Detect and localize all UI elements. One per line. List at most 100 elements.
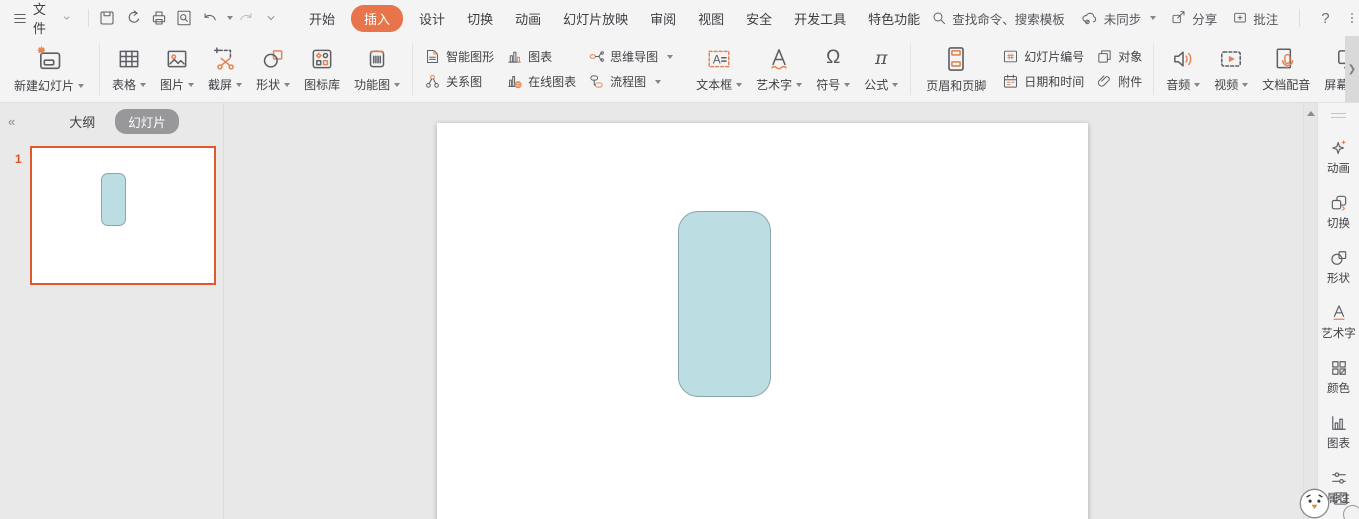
tab-transition[interactable]: 切换 bbox=[467, 9, 493, 28]
sync-status-button[interactable]: 未同步 bbox=[1080, 9, 1157, 28]
tab-animation[interactable]: 动画 bbox=[515, 9, 541, 28]
wordart-icon bbox=[1332, 304, 1345, 320]
tab-special-features[interactable]: 特色功能 bbox=[868, 9, 920, 28]
pi-formula-icon: π bbox=[874, 46, 888, 69]
sidebar-item-shapes[interactable]: 形状 bbox=[1327, 248, 1350, 286]
toolbar-divider bbox=[87, 9, 89, 27]
tab-outline[interactable]: 大纲 bbox=[69, 112, 95, 131]
sidebar-item-animation[interactable]: 动画 bbox=[1327, 138, 1350, 176]
mindmap-button[interactable]: 思维导图 bbox=[588, 48, 674, 65]
print-icon bbox=[152, 11, 165, 25]
tab-slideshow[interactable]: 幻灯片放映 bbox=[563, 9, 628, 28]
insert-table-button[interactable]: 表格 bbox=[105, 46, 153, 93]
formula-button[interactable]: π 公式 bbox=[857, 46, 905, 93]
toolbar-divider bbox=[1299, 9, 1301, 27]
sidebar-item-colors[interactable]: 颜色 bbox=[1327, 358, 1350, 396]
collapse-panel-button[interactable]: « bbox=[8, 114, 15, 129]
undo-button[interactable] bbox=[198, 6, 222, 31]
tab-start[interactable]: 开始 bbox=[309, 9, 335, 28]
tab-security[interactable]: 安全 bbox=[746, 9, 772, 28]
textbox-button[interactable]: A 文本框 bbox=[689, 46, 749, 93]
slide-thumbnail-selected[interactable] bbox=[30, 146, 216, 285]
smart-graphic-button[interactable]: 智能图形 bbox=[424, 48, 494, 65]
insert-chart-button[interactable]: 图表 bbox=[506, 48, 576, 65]
insert-image-shortcut-button[interactable] bbox=[1331, 490, 1350, 507]
insert-object-button[interactable]: 对象 bbox=[1096, 48, 1142, 65]
redo-button[interactable] bbox=[234, 6, 258, 31]
slide-number-column: 幻灯片编号 日期和时间 bbox=[1002, 48, 1084, 90]
thumbnail-shape-preview bbox=[101, 173, 126, 226]
slide-number-icon bbox=[1004, 50, 1018, 63]
wps-presentation-window: 文件 开始 插入 设计 切换 动画 幻灯片放映 审阅 视图 安全 开发工具 特色… bbox=[0, 0, 1359, 519]
screenshot-icon bbox=[213, 46, 234, 70]
image-icon bbox=[1333, 492, 1348, 505]
animation-star-icon bbox=[1331, 139, 1346, 154]
new-slide-button[interactable]: 新建幻灯片 bbox=[4, 45, 94, 94]
relation-diagram-button[interactable]: 关系图 bbox=[424, 73, 494, 90]
diagram-button-column: 智能图形 关系图 bbox=[424, 48, 494, 90]
doc-voiceover-button[interactable]: 文档配音 bbox=[1255, 46, 1317, 93]
sidebar-item-wordart[interactable]: 艺术字 bbox=[1321, 303, 1356, 341]
comment-icon bbox=[1234, 12, 1247, 23]
sidebar-item-charts[interactable]: 图表 bbox=[1327, 413, 1350, 451]
video-button[interactable]: 视频 bbox=[1207, 46, 1255, 93]
tab-insert[interactable]: 插入 bbox=[351, 4, 404, 32]
tab-view[interactable]: 视图 bbox=[698, 9, 724, 28]
datetime-button[interactable]: 日期和时间 bbox=[1002, 73, 1084, 90]
picture-label: 图片 bbox=[160, 76, 195, 93]
slide-page[interactable] bbox=[437, 123, 1088, 519]
assistant-mascot-avatar[interactable] bbox=[1299, 488, 1330, 519]
screenshot-label: 截屏 bbox=[208, 76, 243, 93]
insert-shapes-button[interactable]: 形状 bbox=[249, 46, 297, 93]
print-preview-button[interactable] bbox=[172, 6, 196, 31]
ribbon-scroll-right-strip[interactable]: ❯ bbox=[1345, 36, 1359, 102]
shapes-icon bbox=[1330, 250, 1346, 265]
wordart-button[interactable]: 艺术字 bbox=[749, 46, 809, 93]
export-button[interactable] bbox=[121, 6, 145, 31]
screenshot-button[interactable]: 截屏 bbox=[201, 46, 249, 93]
file-menu-button[interactable]: 文件 bbox=[12, 0, 72, 37]
canvas-vertical-scrollbar[interactable] bbox=[1303, 103, 1318, 519]
shapes-label: 形状 bbox=[256, 76, 291, 93]
function-diagram-button[interactable]: 功能图 bbox=[347, 46, 407, 93]
sidebar-drag-handle[interactable] bbox=[1331, 110, 1346, 121]
command-search[interactable]: 查找命令、搜索模板 bbox=[931, 9, 1065, 28]
video-label: 视频 bbox=[1214, 76, 1249, 93]
insert-picture-button[interactable]: 图片 bbox=[153, 46, 201, 93]
scroll-up-arrow[interactable] bbox=[1307, 111, 1315, 116]
help-button[interactable]: ? bbox=[1321, 10, 1329, 27]
comment-button[interactable]: 批注 bbox=[1232, 9, 1278, 28]
share-button[interactable]: 分享 bbox=[1171, 9, 1217, 28]
slide-editing-canvas[interactable] bbox=[224, 103, 1304, 519]
customize-toolbar-button[interactable] bbox=[259, 6, 283, 31]
quick-access-toolbar: 文件 bbox=[0, 0, 284, 37]
comment-label: 批注 bbox=[1253, 12, 1279, 27]
flowchart-button[interactable]: 流程图 bbox=[588, 73, 673, 90]
doc-voiceover-label: 文档配音 bbox=[1262, 77, 1311, 92]
tab-devtools[interactable]: 开发工具 bbox=[794, 9, 846, 28]
slide-number-button[interactable]: 幻灯片编号 bbox=[1002, 48, 1084, 65]
online-chart-button[interactable]: 在线图表 bbox=[506, 73, 576, 90]
rounded-rectangle-shape[interactable] bbox=[678, 211, 771, 397]
audio-button[interactable]: 音频 bbox=[1159, 46, 1207, 93]
symbol-button[interactable]: Ω 符号 bbox=[809, 46, 857, 93]
new-slide-icon bbox=[37, 46, 61, 69]
print-button[interactable] bbox=[147, 6, 171, 31]
save-button[interactable] bbox=[96, 6, 120, 31]
tab-slides[interactable]: 幻灯片 bbox=[115, 108, 179, 134]
doc-voiceover-icon bbox=[1276, 47, 1294, 69]
sidebar-item-transition[interactable]: 切换 bbox=[1327, 193, 1350, 231]
chart-icon bbox=[508, 51, 521, 63]
undo-dropdown-caret[interactable] bbox=[226, 16, 233, 20]
attachment-button[interactable]: 附件 bbox=[1096, 73, 1142, 90]
mindmap-button-column: 思维导图 流程图 bbox=[588, 48, 674, 90]
corner-partial-button[interactable] bbox=[1343, 505, 1359, 519]
more-options-icon[interactable] bbox=[1345, 11, 1359, 25]
new-slide-label: 新建幻灯片 bbox=[14, 77, 85, 94]
header-footer-button[interactable]: 页眉和页脚 bbox=[916, 45, 996, 94]
icon-library-button[interactable]: 图标库 bbox=[297, 46, 347, 93]
tab-design[interactable]: 设计 bbox=[419, 9, 445, 28]
function-diagram-icon bbox=[369, 49, 385, 67]
tab-review[interactable]: 审阅 bbox=[650, 9, 676, 28]
share-icon bbox=[1172, 11, 1185, 24]
